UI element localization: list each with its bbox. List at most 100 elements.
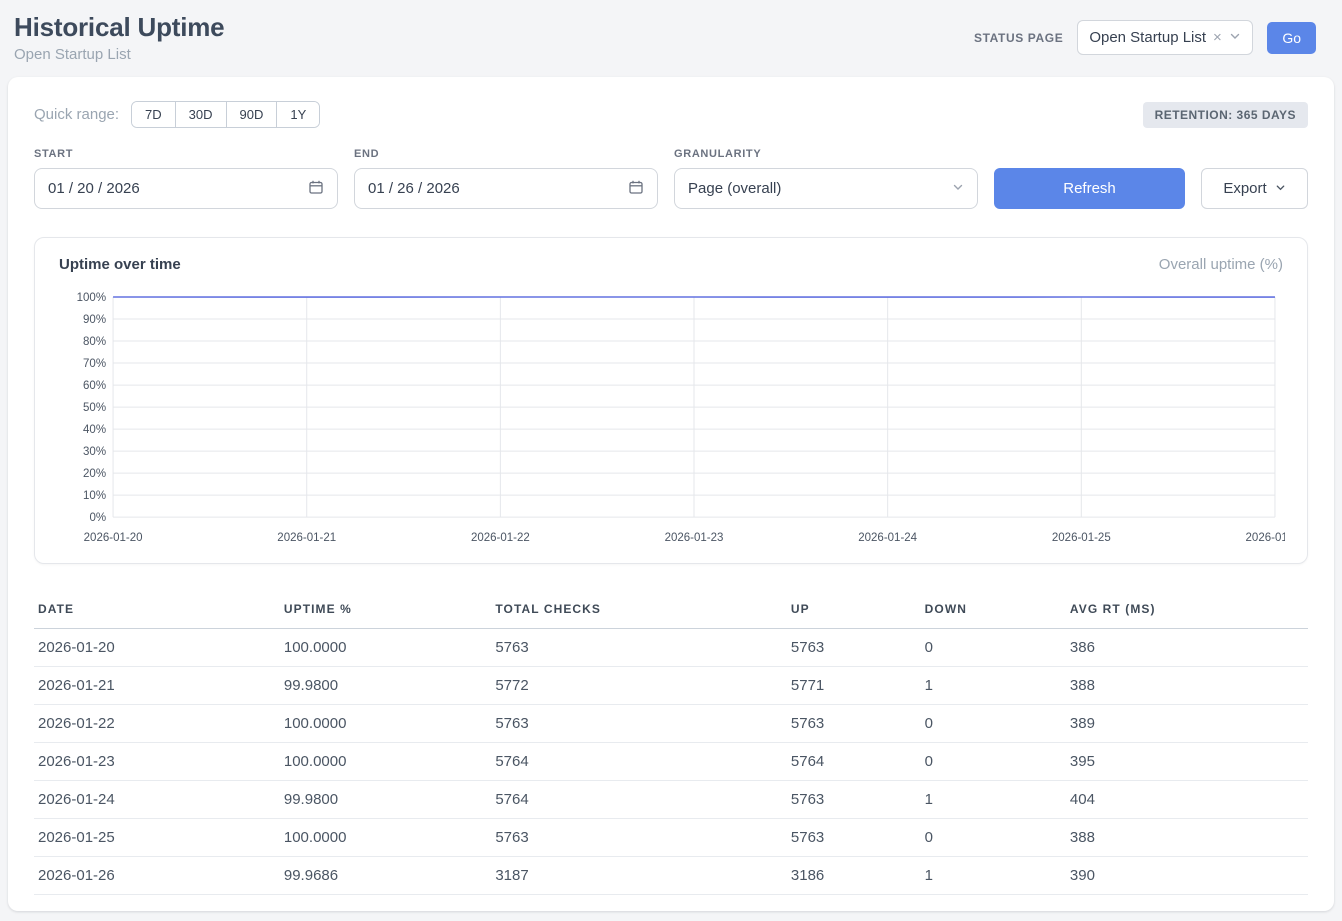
uptime-table: DATE UPTIME % TOTAL CHECKS UP DOWN AVG R…: [34, 592, 1308, 895]
chevron-down-icon: [1229, 29, 1241, 46]
quick-range-1y-button[interactable]: 1Y: [276, 102, 319, 127]
granularity-field: GRANULARITY Page (overall): [674, 148, 978, 209]
table-cell: 2026-01-20: [34, 629, 280, 667]
table-cell: 0: [921, 705, 1066, 743]
table-cell: 5763: [787, 705, 921, 743]
table-cell: 5764: [491, 781, 787, 819]
table-row: 2026-01-25100.0000576357630388: [34, 819, 1308, 857]
column-header-date: DATE: [34, 592, 280, 629]
chevron-down-icon: [1275, 180, 1286, 197]
table-cell: 100.0000: [280, 705, 491, 743]
go-button[interactable]: Go: [1267, 22, 1316, 54]
column-header-avg-rt: AVG RT (MS): [1066, 592, 1308, 629]
quick-range-30d-button[interactable]: 30D: [175, 102, 226, 127]
column-header-up: UP: [787, 592, 921, 629]
table-row: 2026-01-20100.0000576357630386: [34, 629, 1308, 667]
table-cell: 3186: [787, 857, 921, 895]
calendar-icon[interactable]: [308, 179, 324, 199]
table-row: 2026-01-22100.0000576357630389: [34, 705, 1308, 743]
table-cell: 1: [921, 781, 1066, 819]
uptime-table-header: DATE UPTIME % TOTAL CHECKS UP DOWN AVG R…: [34, 592, 1308, 629]
table-cell: 5763: [491, 819, 787, 857]
page-title: Historical Uptime: [14, 12, 224, 43]
table-cell: 5763: [787, 819, 921, 857]
table-cell: 99.9800: [280, 667, 491, 705]
table-cell: 0: [921, 743, 1066, 781]
svg-text:2026-01-26: 2026-01-26: [1246, 532, 1285, 544]
quick-range-label: Quick range:: [34, 106, 119, 123]
export-button[interactable]: Export: [1201, 168, 1308, 209]
table-cell: 5771: [787, 667, 921, 705]
clear-selection-icon[interactable]: ×: [1213, 30, 1222, 45]
start-date-value: 01 / 20 / 2026: [48, 180, 140, 197]
table-cell: 100.0000: [280, 629, 491, 667]
svg-text:10%: 10%: [83, 490, 106, 502]
svg-text:2026-01-25: 2026-01-25: [1052, 532, 1111, 544]
title-block: Historical Uptime Open Startup List: [14, 12, 224, 63]
chevron-down-icon: [952, 180, 964, 197]
table-cell: 3187: [491, 857, 787, 895]
column-header-total-checks: TOTAL CHECKS: [491, 592, 787, 629]
table-cell: 5763: [491, 629, 787, 667]
table-cell: 5772: [491, 667, 787, 705]
svg-text:100%: 100%: [77, 292, 106, 304]
svg-text:30%: 30%: [83, 446, 106, 458]
granularity-label: GRANULARITY: [674, 148, 978, 160]
retention-badge: RETENTION: 365 DAYS: [1143, 102, 1308, 128]
table-cell: 5763: [787, 629, 921, 667]
table-row: 2026-01-2699.9686318731861390: [34, 857, 1308, 895]
table-cell: 388: [1066, 819, 1308, 857]
svg-text:0%: 0%: [89, 512, 106, 524]
table-cell: 0: [921, 629, 1066, 667]
table-row: 2026-01-2499.9800576457631404: [34, 781, 1308, 819]
table-cell: 5764: [787, 743, 921, 781]
chart-header: Uptime over time Overall uptime (%): [57, 256, 1285, 273]
column-header-uptime: UPTIME %: [280, 592, 491, 629]
start-date-field: START 01 / 20 / 2026: [34, 148, 338, 209]
table-cell: 1: [921, 667, 1066, 705]
start-date-label: START: [34, 148, 338, 160]
status-page-select[interactable]: Open Startup List ×: [1077, 20, 1253, 55]
svg-text:70%: 70%: [83, 358, 106, 370]
table-cell: 2026-01-21: [34, 667, 280, 705]
svg-text:90%: 90%: [83, 314, 106, 326]
quick-range-row: Quick range: 7D 30D 90D 1Y RETENTION: 36…: [34, 101, 1308, 128]
svg-text:20%: 20%: [83, 468, 106, 480]
table-cell: 390: [1066, 857, 1308, 895]
table-cell: 2026-01-26: [34, 857, 280, 895]
end-date-field: END 01 / 26 / 2026: [354, 148, 658, 209]
uptime-chart: 0%10%20%30%40%50%60%70%80%90%100%2026-01…: [57, 287, 1285, 555]
uptime-table-body: 2026-01-20100.00005763576303862026-01-21…: [34, 629, 1308, 895]
table-cell: 404: [1066, 781, 1308, 819]
table-cell: 2026-01-24: [34, 781, 280, 819]
table-cell: 2026-01-25: [34, 819, 280, 857]
table-cell: 1: [921, 857, 1066, 895]
table-cell: 100.0000: [280, 743, 491, 781]
chart-title: Uptime over time: [59, 256, 181, 273]
table-cell: 0: [921, 819, 1066, 857]
table-cell: 395: [1066, 743, 1308, 781]
filter-form-row: START 01 / 20 / 2026 END 01 / 26 / 2026 …: [34, 148, 1308, 209]
svg-text:60%: 60%: [83, 380, 106, 392]
svg-text:2026-01-21: 2026-01-21: [277, 532, 336, 544]
calendar-icon[interactable]: [628, 179, 644, 199]
chart-legend: Overall uptime (%): [1159, 256, 1283, 273]
quick-range-7d-button[interactable]: 7D: [132, 102, 175, 127]
svg-text:2026-01-24: 2026-01-24: [858, 532, 917, 544]
status-page-selected-value: Open Startup List: [1089, 29, 1206, 46]
main-card: Quick range: 7D 30D 90D 1Y RETENTION: 36…: [8, 77, 1334, 911]
svg-text:40%: 40%: [83, 424, 106, 436]
start-date-input[interactable]: 01 / 20 / 2026: [34, 168, 338, 209]
end-date-label: END: [354, 148, 658, 160]
topbar: Historical Uptime Open Startup List STAT…: [0, 0, 1342, 71]
granularity-select[interactable]: Page (overall): [674, 168, 978, 209]
refresh-button[interactable]: Refresh: [994, 168, 1185, 209]
svg-text:2026-01-23: 2026-01-23: [665, 532, 724, 544]
status-page-label: STATUS PAGE: [974, 31, 1063, 45]
end-date-input[interactable]: 01 / 26 / 2026: [354, 168, 658, 209]
quick-range-90d-button[interactable]: 90D: [226, 102, 277, 127]
table-cell: 99.9686: [280, 857, 491, 895]
table-cell: 5763: [491, 705, 787, 743]
table-cell: 100.0000: [280, 819, 491, 857]
granularity-value: Page (overall): [688, 180, 781, 197]
